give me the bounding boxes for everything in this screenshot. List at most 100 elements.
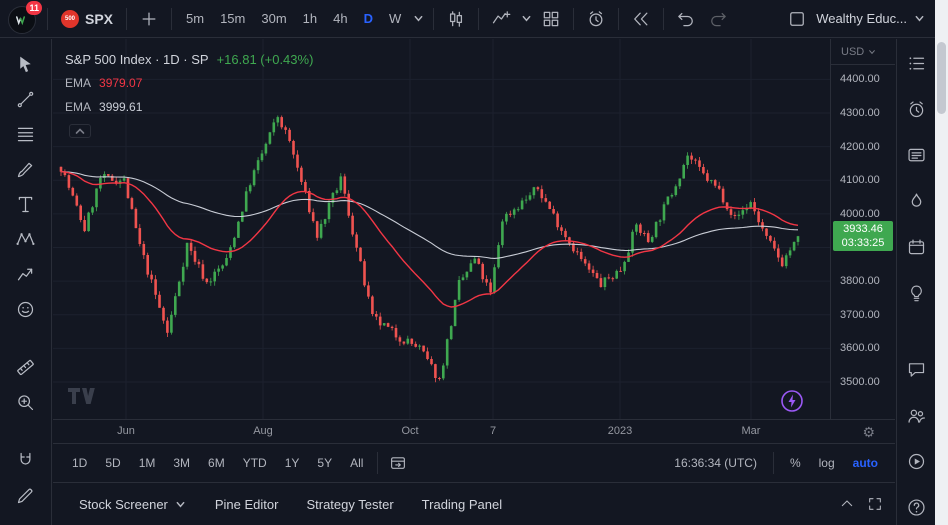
brush-icon <box>15 159 36 180</box>
time-axis-label: Jun <box>112 425 140 437</box>
tab-stock-screener[interactable]: Stock Screener <box>65 483 201 525</box>
emoji-tool[interactable] <box>9 298 43 320</box>
goto-date-button[interactable] <box>383 449 413 477</box>
divider <box>377 452 378 474</box>
divider <box>618 8 619 30</box>
news-icon <box>906 145 927 166</box>
magnet-tool[interactable] <box>9 449 43 471</box>
timeframe-1w[interactable]: W <box>382 5 408 33</box>
watchlist-icon <box>906 53 927 74</box>
boost-button[interactable] <box>780 389 804 413</box>
hotlists-button[interactable] <box>903 189 929 213</box>
layout-menu-chevron[interactable] <box>911 5 927 33</box>
axis-settings-gear-icon[interactable]: ⚙ <box>862 423 875 441</box>
page-scrollbar[interactable] <box>935 0 948 525</box>
log-scale-button[interactable]: log <box>812 451 842 475</box>
user-menu-button[interactable]: 11 <box>8 4 40 34</box>
cursor-tool[interactable] <box>9 53 43 75</box>
undo-button[interactable] <box>671 5 701 33</box>
timeframe-15m[interactable]: 15m <box>213 5 252 33</box>
text-tool[interactable] <box>9 193 43 215</box>
timeframe-30m[interactable]: 30m <box>254 5 293 33</box>
tab-pine-editor[interactable]: Pine Editor <box>201 483 293 525</box>
range-5d[interactable]: 5D <box>96 451 129 475</box>
range-all[interactable]: All <box>341 451 372 475</box>
save-layout-button[interactable] <box>782 5 812 33</box>
timeframe-4h[interactable]: 4h <box>326 5 354 33</box>
range-1d[interactable]: 1D <box>63 451 96 475</box>
legend-collapse-button[interactable] <box>69 124 91 138</box>
chart-type-button[interactable] <box>441 5 471 33</box>
currency-selector[interactable]: USD <box>831 39 895 65</box>
timeframe-1d[interactable]: D <box>357 5 380 33</box>
zoom-tool[interactable] <box>9 391 43 413</box>
ideas-button[interactable] <box>903 281 929 305</box>
cursor-icon <box>15 54 36 75</box>
last-price: 3933.46 <box>833 222 893 236</box>
range-ytd[interactable]: YTD <box>234 451 276 475</box>
price-tick: 3600.00 <box>840 342 880 354</box>
brush-tool[interactable] <box>9 158 43 180</box>
price-tick: 3700.00 <box>840 309 880 321</box>
range-5y[interactable]: 5Y <box>308 451 341 475</box>
range-3m[interactable]: 3M <box>164 451 199 475</box>
indicators-button[interactable] <box>486 5 516 33</box>
bottom-range-bar: 1D 5D 1M 3M 6M YTD 1Y 5Y All 16:36:34 (U… <box>53 443 895 482</box>
alert-button[interactable] <box>581 5 611 33</box>
alerts-button[interactable] <box>903 97 929 121</box>
range-1m[interactable]: 1M <box>130 451 165 475</box>
indicator-label: EMA <box>65 100 91 114</box>
trend-line-tool[interactable] <box>9 88 43 110</box>
symbol-search-button[interactable]: 500 SPX <box>55 5 119 33</box>
expand-panel-button[interactable] <box>839 496 855 512</box>
help-button[interactable] <box>903 495 929 519</box>
price-axis[interactable]: USD 3933.46 03:33:25 4400.004300.004200.… <box>830 39 895 443</box>
streams-button[interactable] <box>903 449 929 473</box>
calendar-button[interactable] <box>903 235 929 259</box>
layout-name[interactable]: Wealthy Educ... <box>816 11 907 26</box>
pattern-icon <box>15 229 36 250</box>
indicator-row[interactable]: EMA 3999.61 <box>65 95 313 119</box>
range-6m[interactable]: 6M <box>199 451 234 475</box>
add-symbol-button[interactable] <box>134 5 164 33</box>
price-tick: 4400.00 <box>840 73 880 85</box>
bar-replay-button[interactable] <box>626 5 656 33</box>
indicators-menu-chevron[interactable] <box>518 5 534 33</box>
timeframe-menu-chevron[interactable] <box>410 5 426 33</box>
maximize-panel-button[interactable] <box>867 496 883 512</box>
redo-button[interactable] <box>703 5 733 33</box>
measure-ruler-tool[interactable] <box>9 356 43 378</box>
chevron-down-icon <box>914 13 925 24</box>
tab-trading-panel[interactable]: Trading Panel <box>408 483 516 525</box>
indicators-icon <box>491 9 511 29</box>
left-drawing-toolbar <box>0 39 52 525</box>
range-1y[interactable]: 1Y <box>276 451 309 475</box>
price-tick: 4200.00 <box>840 141 880 153</box>
sp500-logo-icon: 500 <box>61 10 79 28</box>
timeframe-5m[interactable]: 5m <box>179 5 211 33</box>
scrollbar-thumb[interactable] <box>937 42 946 114</box>
xabcd-pattern-tool[interactable] <box>9 228 43 250</box>
time-axis[interactable]: ⚙ JunAugOct72023Mar <box>53 419 895 443</box>
maximize-icon <box>867 496 883 512</box>
timeframe-1h[interactable]: 1h <box>296 5 324 33</box>
draw-tool[interactable] <box>9 484 43 506</box>
alarm-clock-icon <box>906 99 927 120</box>
chart-pane[interactable]: S&P 500 Index · 1D · SP +16.81 (+0.43%) … <box>53 39 830 419</box>
tab-strategy-tester[interactable]: Strategy Tester <box>292 483 407 525</box>
chevron-down-icon <box>521 13 532 24</box>
watchlist-button[interactable] <box>903 51 929 75</box>
layout-grid-button[interactable] <box>536 5 566 33</box>
prediction-tool[interactable] <box>9 263 43 285</box>
community-button[interactable] <box>903 403 929 427</box>
timezone-clock[interactable]: 16:36:34 (UTC) <box>667 451 764 475</box>
chat-button[interactable] <box>903 357 929 381</box>
redo-arrow-icon <box>708 9 728 29</box>
symbol-legend-row[interactable]: S&P 500 Index · 1D · SP +16.81 (+0.43%) <box>65 47 313 71</box>
auto-scale-button[interactable]: auto <box>846 451 885 475</box>
news-button[interactable] <box>903 143 929 167</box>
tradingview-watermark-icon <box>67 387 97 405</box>
percent-scale-button[interactable]: % <box>783 451 808 475</box>
fib-retracement-tool[interactable] <box>9 123 43 145</box>
indicator-row[interactable]: EMA 3979.07 <box>65 71 313 95</box>
